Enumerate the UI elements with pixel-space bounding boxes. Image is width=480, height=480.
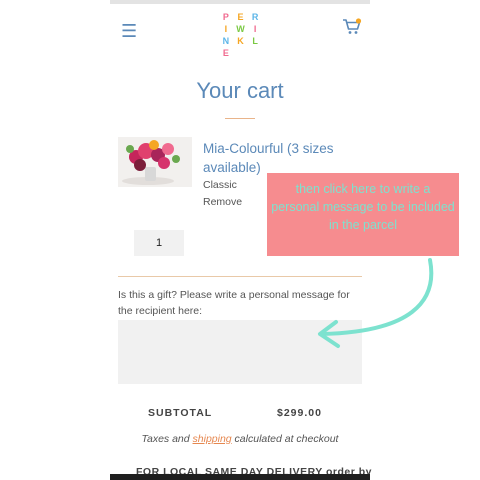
remove-item-link[interactable]: Remove bbox=[203, 196, 242, 208]
tax-note-suffix: calculated at checkout bbox=[231, 433, 339, 445]
title-underline bbox=[225, 118, 255, 119]
subtotal-label: SUBTOTAL bbox=[148, 407, 213, 419]
logo-letter: E bbox=[222, 48, 230, 58]
product-thumbnail[interactable] bbox=[118, 137, 192, 187]
logo-letter: R bbox=[251, 12, 260, 22]
cart-badge bbox=[355, 18, 362, 24]
periwinkle-logo[interactable]: PERIWINKLE bbox=[219, 12, 263, 58]
bottom-bar bbox=[110, 474, 370, 480]
logo-letter: N bbox=[222, 36, 231, 46]
product-name-link[interactable]: Mia-Colourful (3 sizes available) bbox=[203, 139, 363, 177]
shopping-cart-icon[interactable] bbox=[342, 18, 362, 36]
logo-letter: E bbox=[237, 12, 245, 22]
hamburger-icon[interactable]: ☰ bbox=[121, 22, 137, 40]
logo-letter: I bbox=[224, 24, 229, 34]
tax-note: Taxes and shipping calculated at checkou… bbox=[110, 433, 370, 445]
logo-letter: L bbox=[252, 36, 259, 46]
subtotal-value: $299.00 bbox=[277, 407, 322, 419]
annotation-callout: then click here to write a personal mess… bbox=[267, 173, 459, 256]
shipping-link[interactable]: shipping bbox=[193, 433, 232, 445]
logo-letter: K bbox=[237, 36, 245, 46]
logo-letter: I bbox=[253, 24, 258, 34]
product-variant: Classic bbox=[203, 179, 237, 191]
top-status-strip bbox=[110, 0, 370, 4]
logo-letter: W bbox=[236, 24, 246, 34]
tax-note-prefix: Taxes and bbox=[141, 433, 193, 445]
logo-letter: P bbox=[222, 12, 230, 22]
page-title: Your cart bbox=[196, 78, 284, 103]
quantity-input[interactable] bbox=[134, 230, 184, 256]
annotation-arrow-icon bbox=[318, 258, 434, 348]
